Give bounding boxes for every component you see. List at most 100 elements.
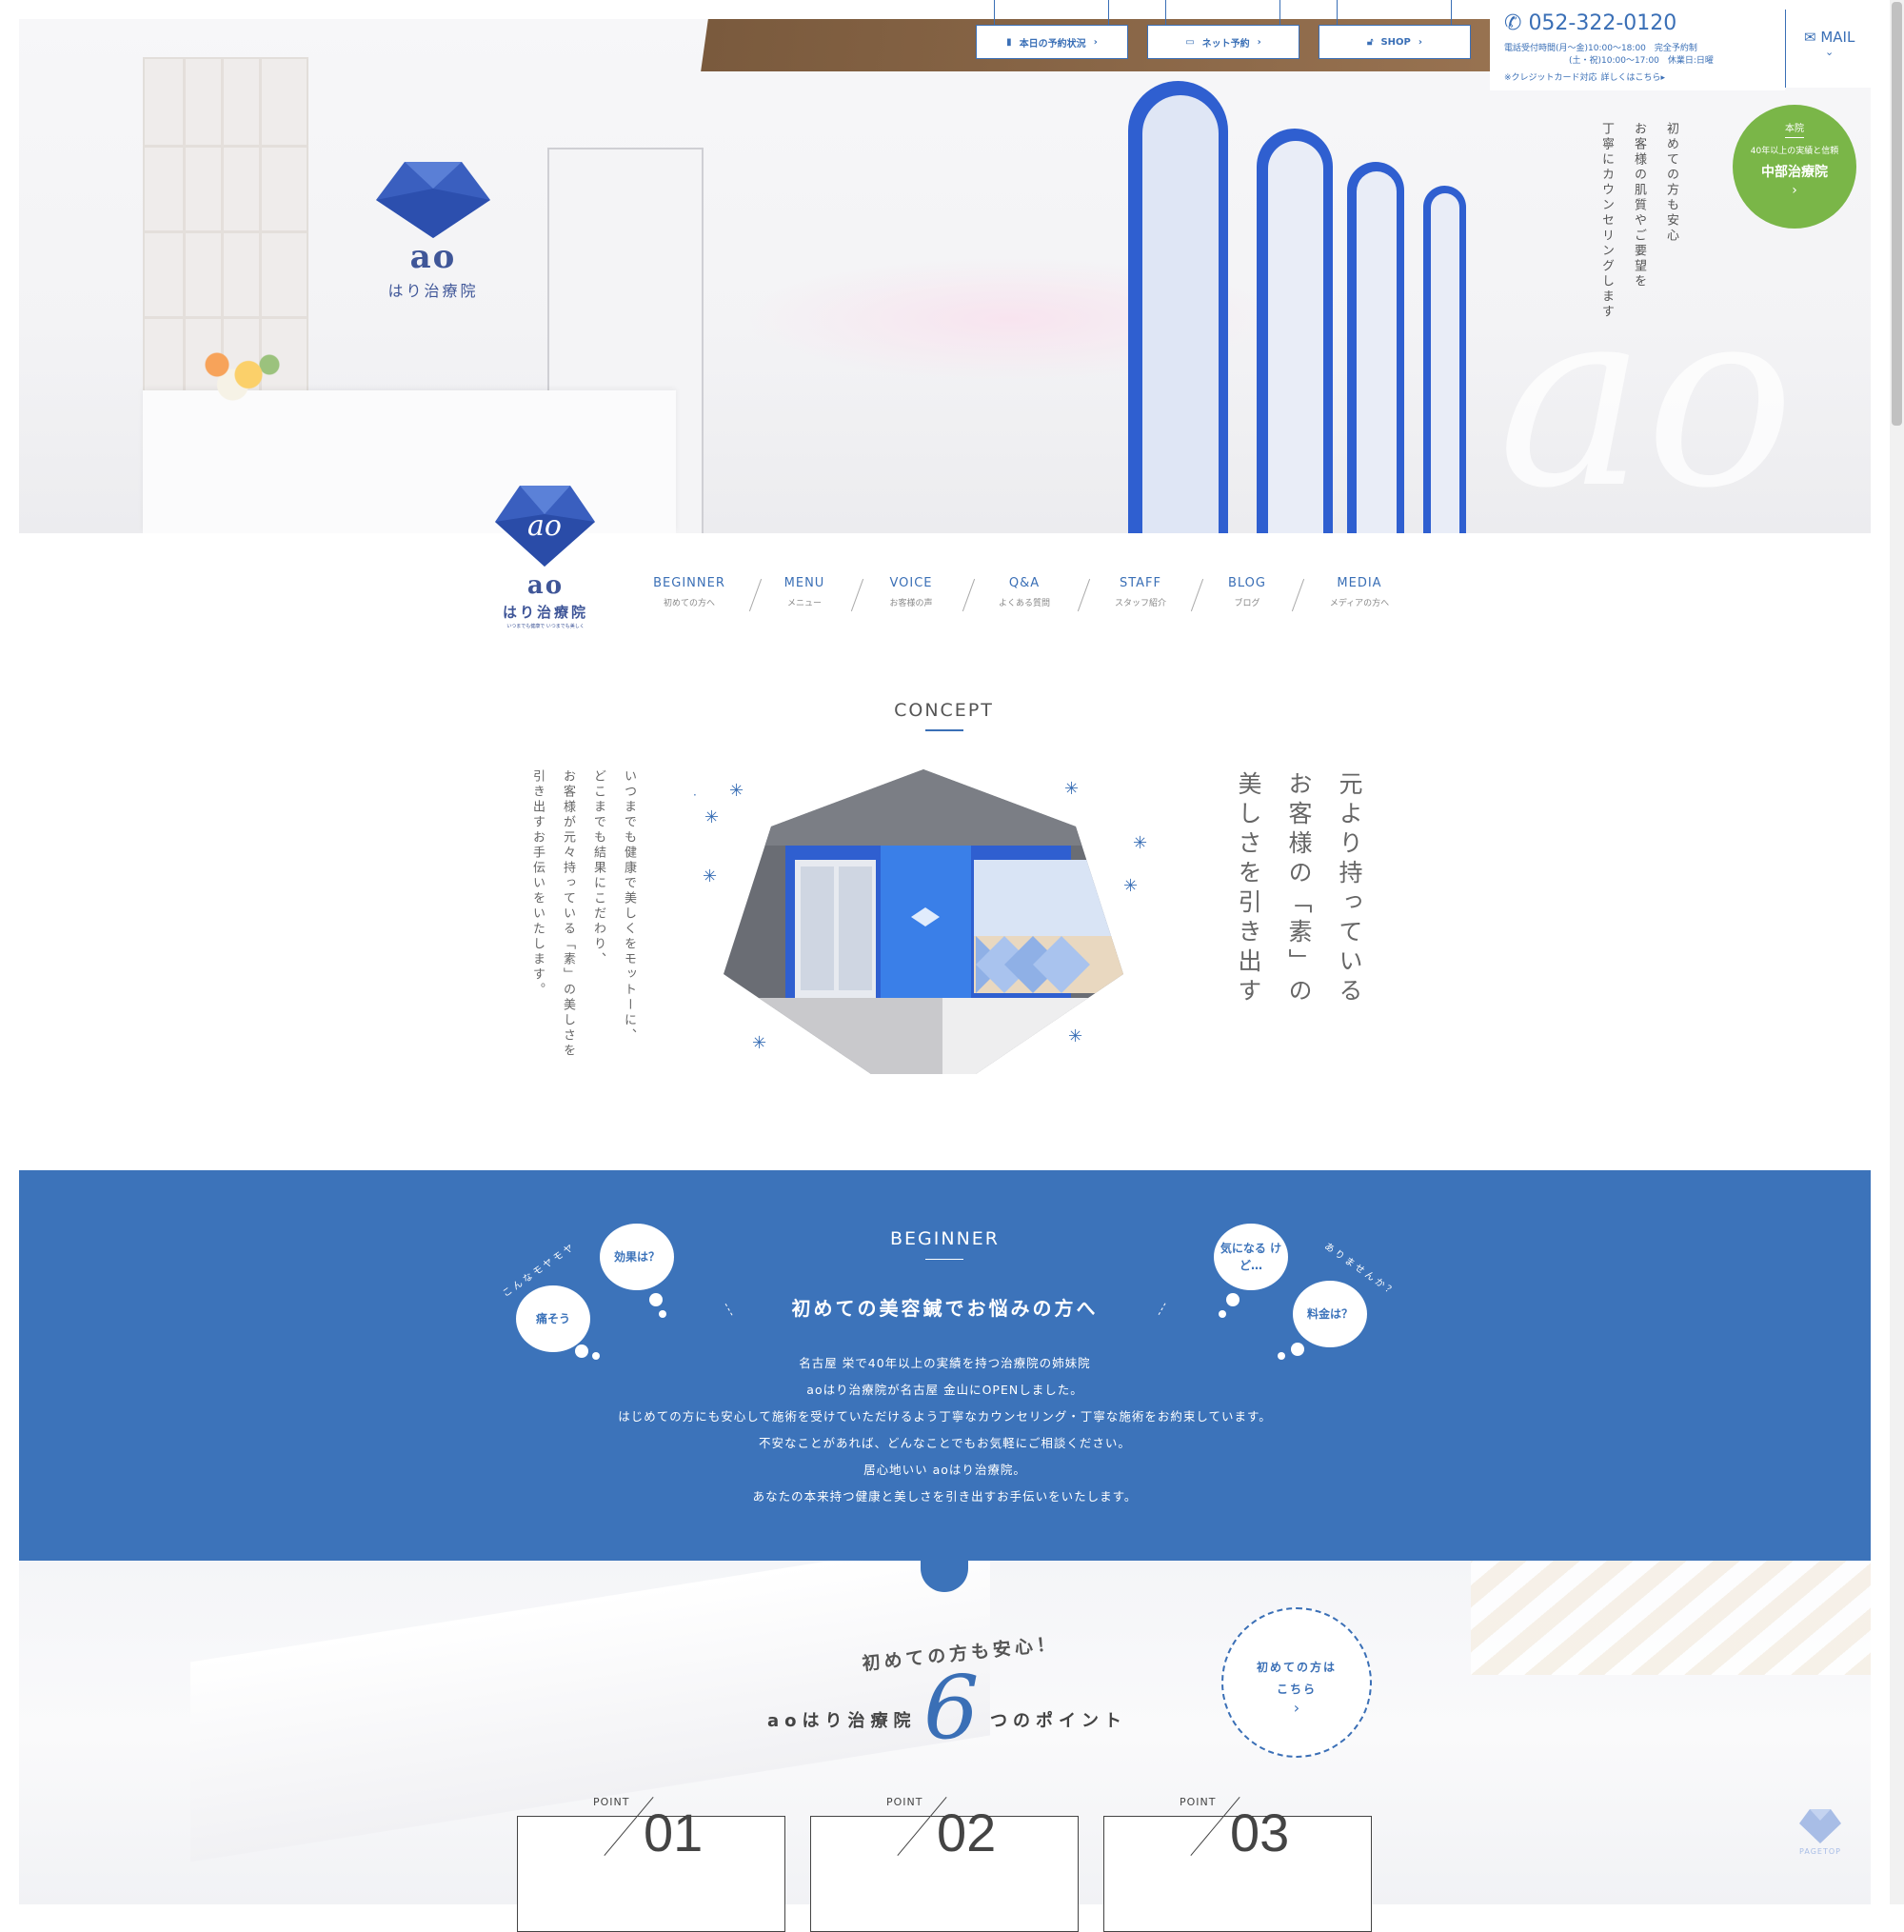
hanger-line — [1279, 0, 1280, 27]
logo-sub: はり治療院 — [502, 604, 588, 621]
nav-label-en: MENU — [783, 576, 825, 590]
sparkle-icon: ✳ — [704, 807, 720, 827]
sparkle-icon: · — [693, 788, 697, 802]
hero-flowers — [186, 338, 290, 405]
beginner-body: 名古屋 栄で40年以上の実績を持つ治療院の姉妹院 aoはり治療院が名古屋 金山に… — [476, 1350, 1414, 1510]
nav-label-jp: メニュー — [786, 599, 822, 608]
hanger-line — [1165, 0, 1166, 27]
bubble — [659, 1310, 666, 1318]
hours-line-2: (土・祝)10:00〜17:00 休業日:日曜 — [1569, 56, 1714, 66]
nav-label-jp: ブログ — [1234, 599, 1260, 608]
credit-details-link[interactable]: 詳しくはこちら▸ — [1601, 73, 1666, 83]
book-icon: ▮ — [1006, 36, 1012, 48]
points-clinic-name: aoはり治療院 — [767, 1711, 917, 1731]
beginner-title: BEGINNER — [890, 1228, 1000, 1249]
nav-beginner[interactable]: BEGINNER 初めての方へ — [637, 576, 742, 608]
sparkle-icon: ✳ — [752, 1033, 767, 1053]
cloud-curious: 気になる けど… — [1214, 1224, 1288, 1290]
nav-blog[interactable]: BLOG ブログ — [1195, 576, 1299, 608]
hanger-line — [1337, 0, 1338, 27]
nav-label-jp: お客様の声 — [889, 599, 933, 608]
nav-label-jp: メディアの方へ — [1329, 599, 1390, 608]
nav-media[interactable]: MEDIA メディアの方へ — [1307, 576, 1412, 608]
phone-number[interactable]: ✆ 052-322-0120 — [1504, 11, 1676, 35]
points-slats — [1471, 1561, 1871, 1675]
shop-button[interactable]: 🔓︎ SHOP › — [1319, 25, 1471, 59]
chevron-down-icon: ⌄ — [1825, 46, 1835, 58]
hero-arch-inner — [1357, 171, 1397, 533]
beginner-body-line: 居心地いい aoはり治療院。 — [863, 1463, 1026, 1477]
hero-arch-inner — [1268, 141, 1323, 533]
cloud-price: 料金は？ — [1293, 1281, 1367, 1347]
cloud-effect: 効果は？ — [600, 1224, 674, 1290]
logo-name[interactable]: ao — [493, 571, 598, 600]
concept-title: CONCEPT — [894, 700, 994, 721]
hanger-line — [1451, 0, 1452, 27]
nav-qa[interactable]: Q&A よくある質問 — [972, 576, 1077, 608]
points-suffix: つのポイント — [990, 1711, 1127, 1731]
chevron-right-icon: › — [1792, 183, 1797, 198]
hanger-line — [994, 0, 995, 27]
chevron-right-icon: › — [1293, 1699, 1300, 1717]
chevron-right-icon: › — [1093, 36, 1098, 48]
sparkle-icon: ✳ — [1133, 833, 1148, 853]
hanger-line — [1108, 0, 1109, 27]
beginner-body-line: あなたの本来持つ健康と美しさを引き出すお手伝いをいたします。 — [752, 1489, 1138, 1504]
pagetop-button[interactable]: PAGETOP — [1792, 1809, 1849, 1856]
net-reservation-button[interactable]: ▭ ネット予約 › — [1147, 25, 1299, 59]
nav-voice[interactable]: VOICE お客様の声 — [859, 576, 963, 608]
hours-line-1: 電話受付時間(月〜金)10:00〜18:00 完全予約制 — [1504, 44, 1697, 53]
beginner-circle-link[interactable]: 初めての方は こちら › — [1221, 1607, 1372, 1758]
concept-headline: 元より持っている お客様の「素」の 美しさを引き出す — [1223, 771, 1375, 1007]
mail-link[interactable]: ✉ MAIL ⌄ — [1804, 29, 1854, 58]
bubble — [649, 1293, 663, 1306]
svg-text:ao: ao — [527, 509, 562, 543]
bubble — [592, 1352, 600, 1360]
concept-body-line: お客様が元々持っている「素」の美しさを — [561, 769, 575, 1059]
hero-copy: 初めての方も安心 お客様の肌質やご要望を 丁寧にカウンセリングします — [1590, 122, 1687, 320]
point-label: POINT — [1180, 1796, 1217, 1808]
phone-icon: ✆ — [1504, 11, 1529, 35]
sparkle-icon: ✳ — [1123, 876, 1139, 896]
concept-underline — [925, 729, 963, 731]
diamond-icon — [1799, 1809, 1841, 1843]
chevron-right-icon: › — [1418, 36, 1422, 48]
circle-line-1: 初めての方は — [1256, 1661, 1337, 1674]
sparkle-icon: ✳ — [1068, 1026, 1083, 1046]
logo-tagline: いつまでも健康で いつまでも美しく — [506, 624, 585, 629]
scrollbar-thumb[interactable] — [1892, 2, 1902, 426]
hero-copy-line: 丁寧にカウンセリングします — [1599, 122, 1614, 320]
main-clinic-tag: 本院 — [1785, 124, 1804, 134]
nav-label-jp: スタッフ紹介 — [1114, 599, 1166, 608]
concept-body-line: 引き出すお手伝いをいたします。 — [530, 769, 545, 998]
logo-diamond-icon: ao — [495, 486, 595, 567]
laptop-icon: ▭ — [1185, 36, 1195, 48]
chevron-right-icon: › — [1257, 36, 1261, 48]
main-clinic-link[interactable]: 本院 40年以上の実績と信頼 中部治療院 › — [1733, 105, 1856, 229]
point-label: POINT — [593, 1796, 630, 1808]
nav-staff[interactable]: STAFF スタッフ紹介 — [1088, 576, 1193, 608]
credit-text: ※クレジットカード対応 — [1504, 73, 1597, 83]
hero-copy-line: 初めての方も安心 — [1664, 122, 1678, 244]
main-clinic-sub: 40年以上の実績と信頼 — [1750, 147, 1839, 156]
hero-arch-inner — [1142, 95, 1219, 533]
nav-menu[interactable]: MENU メニュー — [752, 576, 857, 608]
concept-headline-line: お客様の「素」の — [1285, 771, 1313, 1007]
mail-label: MAIL — [1820, 29, 1855, 46]
today-reservation-button[interactable]: ▮ 本日の予約状況 › — [976, 25, 1128, 59]
nav-label-en: Q&A — [1008, 576, 1041, 590]
concept-body: いつまでも健康で美しくをモットーに、 どこまでも結果にこだわり、 お客様が元々持… — [522, 769, 644, 1059]
today-reservation-label: 本日の予約状況 — [1019, 38, 1086, 50]
concept-body-line: どこまでも結果にこだわり、 — [591, 769, 605, 967]
sparkle-icon: ✳ — [703, 866, 718, 886]
hero-counter — [143, 390, 676, 533]
hero-copy-line: お客様の肌質やご要望を — [1632, 122, 1646, 289]
beginner-heading: 初めての美容鍼でお悩みの方へ — [791, 1297, 1099, 1320]
section-notch — [921, 1544, 968, 1592]
bubble — [1226, 1293, 1240, 1306]
beginner-body-line: 不安なことがあれば、どんなことでもお気軽にご相談ください。 — [759, 1436, 1131, 1450]
concept-headline-line: 美しさを引き出す — [1235, 771, 1262, 1007]
nav-label-en: MEDIA — [1337, 576, 1382, 590]
net-reservation-label: ネット予約 — [1201, 38, 1250, 50]
lock-icon: 🔓︎ — [1366, 36, 1374, 48]
